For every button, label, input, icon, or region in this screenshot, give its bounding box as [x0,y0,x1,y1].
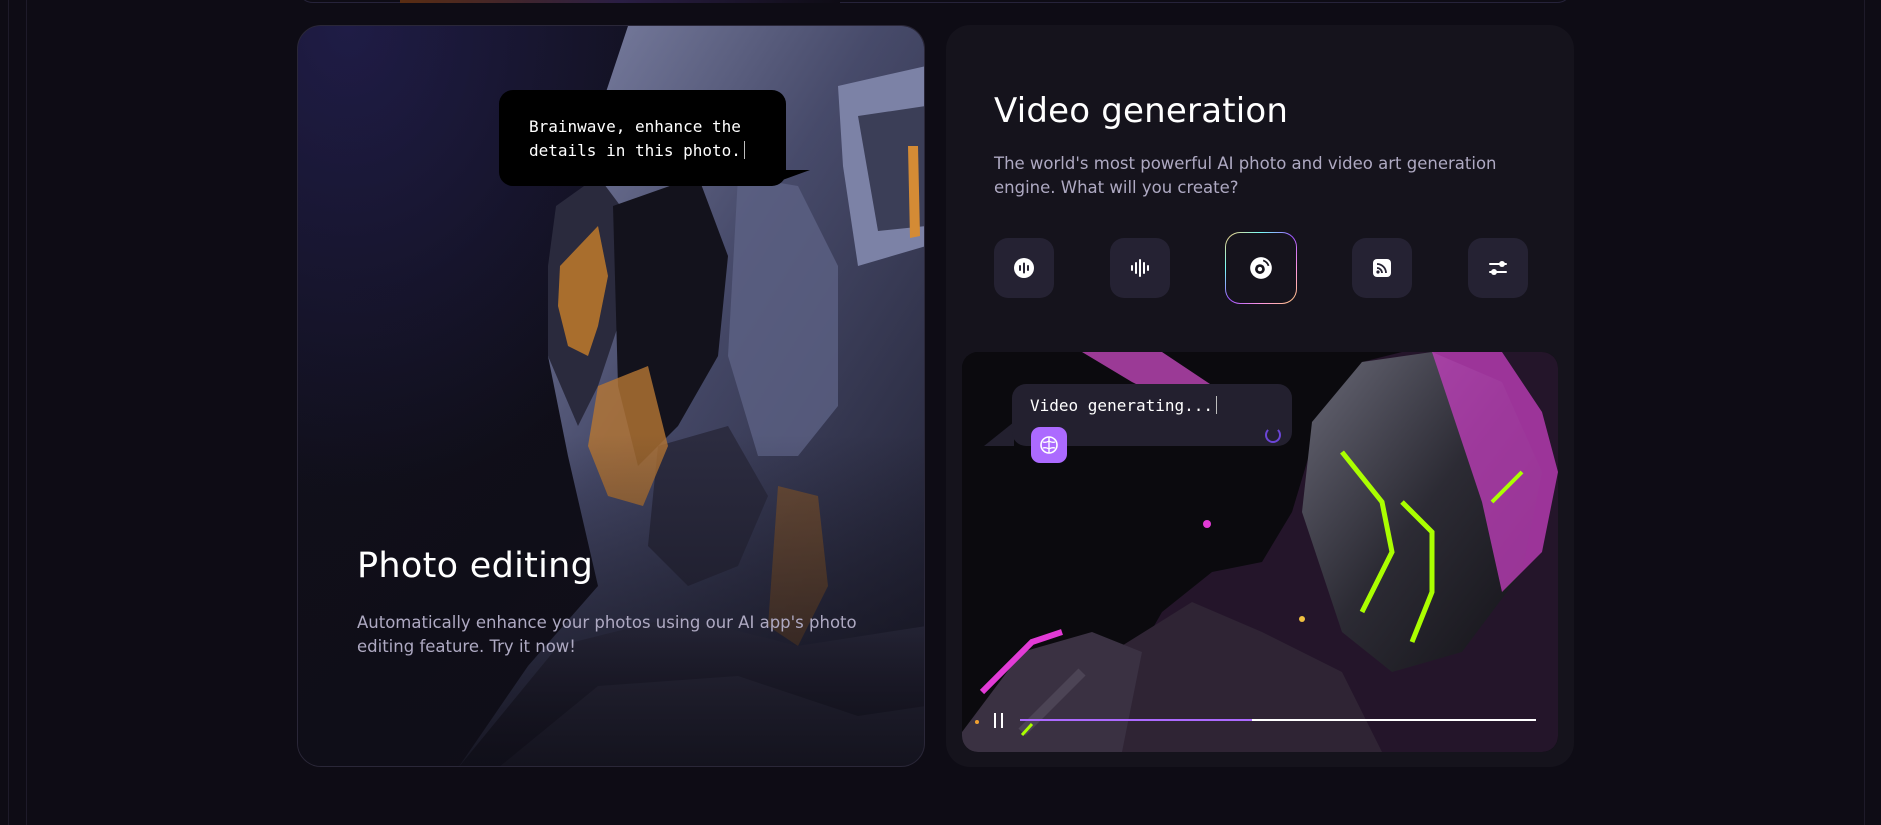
photo-editing-title: Photo editing [357,546,594,586]
photo-prompt-text: Brainwave, enhance the details in this p… [529,117,741,160]
page-guide-line-left [8,0,9,825]
brain-icon [1040,436,1058,454]
video-status-text: Video generating... [1030,396,1214,415]
loading-spinner-icon [1265,427,1281,443]
video-generation-description: The world's most powerful AI photo and v… [994,154,1497,197]
photo-prompt-bubble: Brainwave, enhance the details in this p… [499,90,786,186]
cast-tool-button[interactable] [1352,238,1412,298]
sliders-tool-button[interactable] [1468,238,1528,298]
disc-tool-button[interactable] [1225,232,1297,304]
soundwave-tool-button[interactable] [1110,238,1170,298]
page-guide-line-right [1864,0,1865,825]
bubble-tail [766,170,810,186]
record-tool-button[interactable] [994,238,1054,298]
video-generation-title: Video generation [994,91,1289,131]
video-progress-fill [1020,719,1253,721]
photo-editing-card: Brainwave, enhance the details in this p… [297,25,925,767]
status-bubble-tail [984,422,1014,446]
pause-button[interactable] [988,710,1008,730]
text-cursor [743,141,745,159]
sliders-icon [1489,261,1507,275]
text-cursor [1216,396,1218,414]
soundwave-icon [1131,259,1149,277]
video-progress-bar[interactable] [1020,719,1536,721]
cast-icon [1373,259,1391,277]
photo-editing-description: Automatically enhance your photos using … [357,613,857,656]
pause-icon-bar [993,712,996,728]
record-icon [1014,258,1034,278]
video-generation-card: Video generation The world's most powerf… [946,25,1574,767]
previous-card-glow [400,0,840,3]
pause-icon-bar [1000,712,1003,728]
brainwave-badge [1031,427,1067,463]
disc-icon [1250,257,1272,279]
video-player[interactable]: Video generating... [962,352,1558,752]
page-guide-line-left-inner [26,0,27,825]
